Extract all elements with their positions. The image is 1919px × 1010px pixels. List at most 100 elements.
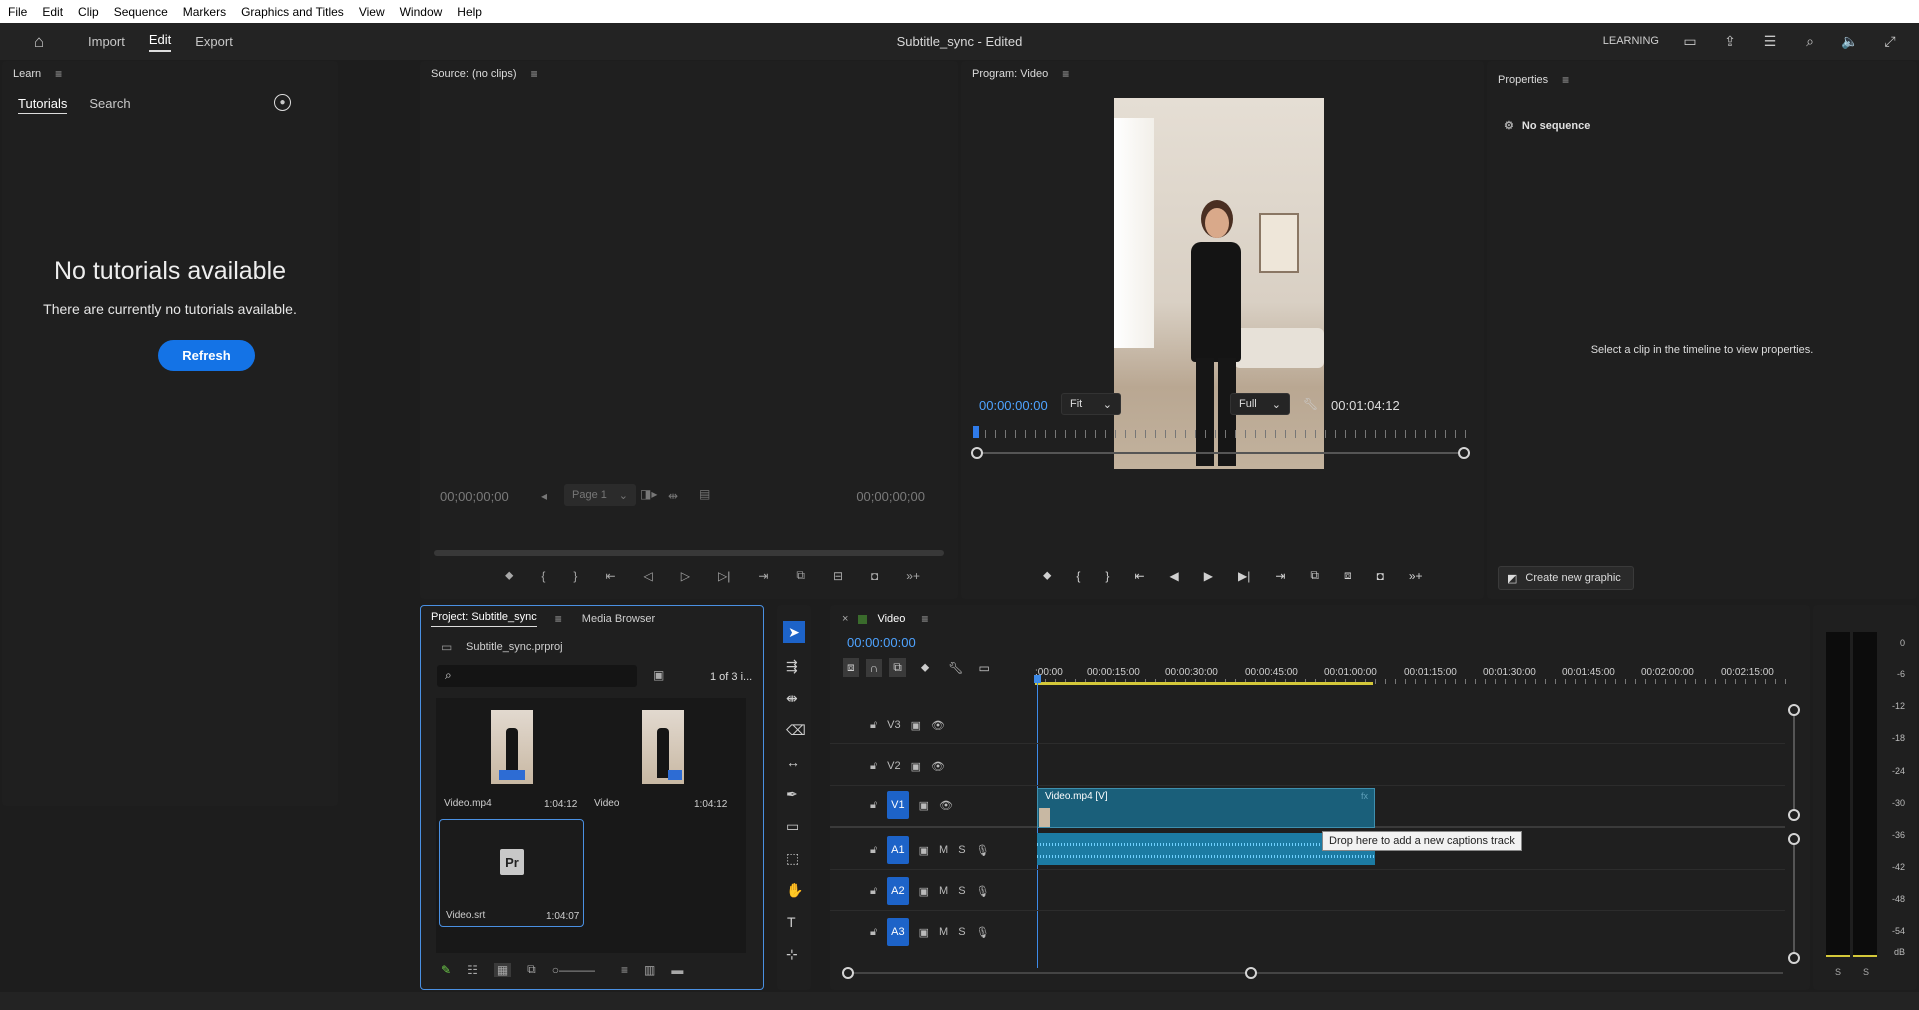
timeline-hscroll-track[interactable] bbox=[848, 972, 1783, 974]
play-icon[interactable]: ▷ bbox=[681, 569, 690, 583]
audio-scroll-top[interactable] bbox=[1788, 833, 1800, 845]
zoom-slider[interactable]: ○——— bbox=[552, 963, 595, 977]
program-playhead[interactable] bbox=[973, 426, 979, 438]
mark-in-icon[interactable]: { bbox=[1076, 569, 1080, 583]
page-select[interactable]: Page 1 ⌄ bbox=[564, 484, 636, 506]
step-back-icon[interactable]: ◁ bbox=[644, 569, 653, 583]
nest-icon[interactable]: ⧈ bbox=[843, 658, 859, 677]
video-scroll-top[interactable] bbox=[1788, 704, 1800, 716]
lock-icon[interactable]: 🔓︎ bbox=[870, 760, 877, 773]
close-icon[interactable]: × bbox=[842, 613, 848, 625]
track-label-a1[interactable]: A1 bbox=[887, 836, 909, 864]
sync-lock-icon[interactable]: ▣ bbox=[919, 799, 929, 812]
wrench-icon[interactable]: 🔧︎ bbox=[1303, 397, 1318, 411]
remix-tool[interactable]: ⊹ bbox=[786, 946, 798, 963]
track-label-v2[interactable]: V2 bbox=[887, 760, 900, 772]
page-left-icon[interactable]: ◂ bbox=[541, 489, 547, 503]
mic-icon[interactable]: 🎙︎ bbox=[976, 844, 990, 857]
mute-button[interactable]: M bbox=[939, 844, 948, 856]
more-icon[interactable]: »+ bbox=[1409, 569, 1423, 583]
mic-icon[interactable]: 🎙︎ bbox=[976, 926, 990, 939]
srt-item[interactable]: Pr Video.srt 1:04:07 bbox=[439, 819, 584, 927]
source-timecode-in[interactable]: 00;00;00;00 bbox=[440, 489, 509, 504]
list-view-icon[interactable]: ☷ bbox=[467, 963, 478, 977]
sync-lock-icon[interactable]: ▣ bbox=[919, 926, 929, 939]
eye-icon[interactable]: 👁︎ bbox=[931, 760, 945, 773]
program-timecode[interactable]: 00:00:00:00 bbox=[979, 398, 1048, 413]
page-right-icon[interactable]: ◨▸ bbox=[640, 487, 657, 501]
source-scrollbar[interactable] bbox=[434, 550, 944, 556]
extract-icon[interactable]: ⧈ bbox=[1344, 568, 1352, 583]
hscroll-right[interactable] bbox=[1245, 967, 1257, 979]
mark-out-icon[interactable]: } bbox=[573, 569, 577, 583]
learning-label[interactable]: LEARNING bbox=[1603, 35, 1659, 47]
sync-lock-icon[interactable]: ▣ bbox=[919, 885, 929, 898]
selection-tool[interactable]: ➤ bbox=[783, 621, 805, 643]
tab-search[interactable]: Search bbox=[89, 96, 130, 114]
sync-lock-icon[interactable]: ▣ bbox=[911, 760, 921, 773]
hscroll-left[interactable] bbox=[842, 967, 854, 979]
mute-button[interactable]: M bbox=[939, 885, 948, 897]
tab-tutorials[interactable]: Tutorials bbox=[18, 96, 68, 114]
audio-scroll-track[interactable] bbox=[1793, 845, 1795, 952]
sync-lock-icon[interactable]: ▣ bbox=[919, 844, 929, 857]
panel-layout-icon[interactable]: ▭ bbox=[1681, 32, 1699, 50]
panel-menu-icon[interactable]: ≡ bbox=[555, 612, 562, 626]
track-label-a2[interactable]: A2 bbox=[887, 877, 909, 905]
step-forward-icon[interactable]: ▶| bbox=[1238, 569, 1250, 583]
slip-tool[interactable]: ↔ bbox=[786, 754, 800, 770]
freeform-view-icon[interactable]: ⧉ bbox=[527, 962, 536, 977]
lock-icon[interactable]: 🔓︎ bbox=[870, 844, 877, 857]
menu-markers[interactable]: Markers bbox=[183, 5, 226, 19]
playhead-marker[interactable] bbox=[1034, 675, 1041, 683]
automate-icon[interactable]: ▥ bbox=[644, 963, 655, 977]
zoom-handle-right[interactable] bbox=[1458, 447, 1470, 459]
linked-selection-icon[interactable]: ⧉ bbox=[889, 658, 906, 677]
fullscreen-icon[interactable]: ⤢ bbox=[1881, 32, 1899, 50]
workspaces-icon[interactable]: ☰ bbox=[1761, 32, 1779, 50]
timeline-timecode[interactable]: 00:00:00:00 bbox=[847, 635, 916, 650]
marker-icon[interactable]: ⬥ bbox=[505, 568, 513, 583]
pencil-icon[interactable]: ✎ bbox=[441, 963, 451, 977]
transform-tool[interactable]: ⬚ bbox=[786, 850, 799, 867]
mic-icon[interactable]: 🎙︎ bbox=[976, 885, 990, 898]
zoom-handle-left[interactable] bbox=[971, 447, 983, 459]
tab-project[interactable]: Project: Subtitle_sync bbox=[431, 611, 537, 627]
solo-button[interactable]: S bbox=[958, 885, 965, 897]
timeline-title[interactable]: Video bbox=[877, 613, 905, 625]
program-video-frame[interactable] bbox=[1114, 98, 1324, 469]
goto-out-icon[interactable]: ⇥ bbox=[1275, 569, 1285, 583]
zoom-select[interactable]: Fit ⌄ bbox=[1061, 393, 1121, 415]
hand-tool[interactable]: ✋ bbox=[786, 882, 803, 899]
menu-view[interactable]: View bbox=[359, 5, 385, 19]
program-ruler[interactable] bbox=[975, 430, 1470, 438]
pen-tool[interactable]: ✒ bbox=[786, 786, 798, 803]
workspace-export[interactable]: Export bbox=[195, 34, 233, 49]
menu-help[interactable]: Help bbox=[457, 5, 482, 19]
clip-thumbnail-video-mp4[interactable] bbox=[491, 710, 533, 784]
menu-window[interactable]: Window bbox=[400, 5, 443, 19]
workspace-edit[interactable]: Edit bbox=[148, 32, 172, 52]
video-scroll-track[interactable] bbox=[1793, 716, 1795, 809]
icon-view-icon[interactable]: ▦ bbox=[493, 962, 512, 977]
timeline-ruler[interactable]: :00:00 00:00:15:00 00:00:30:00 00:00:45:… bbox=[1035, 655, 1790, 685]
fit-width-icon[interactable]: ⇹ bbox=[668, 489, 678, 503]
work-area-bar[interactable] bbox=[1035, 682, 1373, 685]
user-icon[interactable]: ● bbox=[274, 94, 291, 111]
panel-menu-icon[interactable]: ≡ bbox=[1062, 67, 1069, 81]
captions-display-icon[interactable]: ▭ bbox=[978, 661, 989, 675]
overwrite-icon[interactable]: ⊟ bbox=[833, 569, 843, 583]
camera-icon[interactable]: ◘ bbox=[871, 569, 878, 583]
type-tool[interactable]: T bbox=[787, 914, 796, 930]
tab-media-browser[interactable]: Media Browser bbox=[582, 613, 655, 625]
menu-clip[interactable]: Clip bbox=[78, 5, 99, 19]
solo-button[interactable]: S bbox=[958, 844, 965, 856]
solo-button[interactable]: S bbox=[958, 926, 965, 938]
panel-menu-icon[interactable]: ≡ bbox=[531, 67, 538, 81]
share-icon[interactable]: ⇪ bbox=[1721, 32, 1739, 50]
lock-icon[interactable]: 🔓︎ bbox=[870, 799, 877, 812]
video-clip[interactable]: Video.mp4 [V] fx bbox=[1037, 788, 1375, 828]
panel-menu-icon[interactable]: ≡ bbox=[55, 67, 62, 81]
rectangle-tool[interactable]: ▭ bbox=[786, 818, 799, 835]
lock-icon[interactable]: 🔓︎ bbox=[870, 885, 877, 898]
